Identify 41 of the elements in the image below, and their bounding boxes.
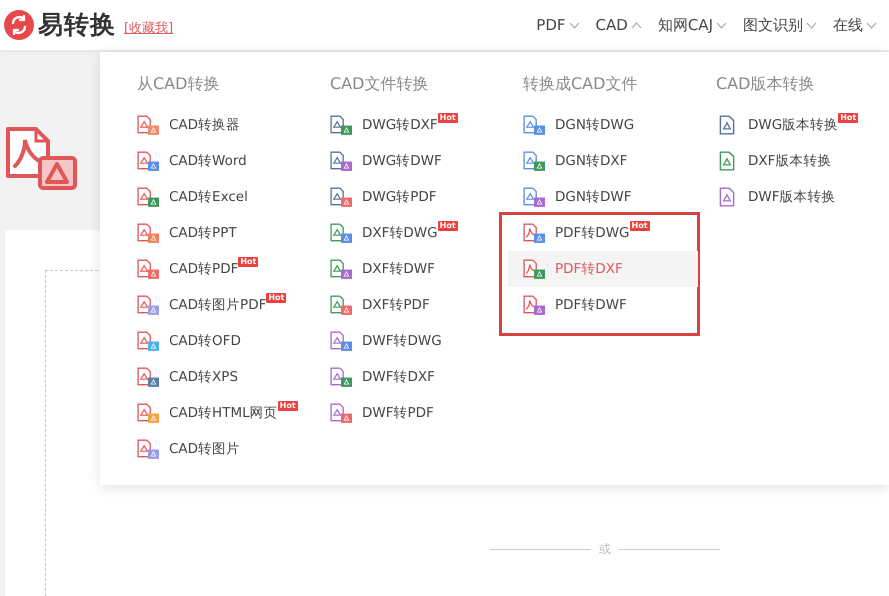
hot-badge: Hot [438, 221, 458, 231]
nav-menu-item[interactable]: PDF [536, 14, 588, 36]
hot-badge: Hot [438, 113, 458, 123]
divider-label: 或 [599, 541, 611, 558]
menu-item[interactable]: CAD转图片 [137, 431, 244, 467]
logo-icon [4, 10, 34, 40]
menu-item[interactable]: DWF版本转换 [716, 179, 840, 215]
menu-item[interactable]: CAD转Word [137, 143, 251, 179]
menu-item[interactable]: DGN转DXF [523, 143, 632, 179]
menu-item[interactable]: DGN转DWF [523, 179, 636, 215]
nav-menu-item[interactable]: CAD [596, 14, 650, 36]
menu-item[interactable]: DWF转PDF [330, 395, 438, 431]
menu-item[interactable]: DGN转DWG [523, 107, 638, 143]
menu-item[interactable]: CAD转OFD [137, 323, 245, 359]
hot-badge: Hot [278, 401, 298, 411]
menu-item[interactable]: CAD转XPS [137, 359, 242, 395]
hot-badge: Hot [838, 113, 858, 123]
hot-badge: Hot [630, 221, 650, 231]
menu-item[interactable]: DXF转PDF [330, 287, 434, 323]
bookmark-link[interactable]: [收藏我] [124, 19, 174, 39]
menu-item[interactable]: DWF转DWG [330, 323, 446, 359]
column-heading: 从CAD转换 [137, 73, 220, 95]
menu-item[interactable]: CAD转Excel [137, 179, 252, 215]
nav-menu-item[interactable]: 图文识别 [743, 14, 825, 36]
nav-menu-item[interactable]: 在线 [833, 14, 885, 36]
nav-menu-item[interactable]: 知网CAJ [658, 14, 735, 36]
hot-badge: Hot [266, 293, 286, 303]
menu-item[interactable]: PDF转DWF [523, 287, 631, 323]
menu-item[interactable]: DWF转DXF [330, 359, 439, 395]
menu-item[interactable]: CAD转换器 [137, 107, 244, 143]
logo-text[interactable]: 易转换 [38, 6, 116, 44]
menu-item[interactable]: DXF版本转换 [716, 143, 836, 179]
column-heading: CAD版本转换 [716, 73, 816, 95]
column-heading: CAD文件转换 [330, 73, 430, 95]
menu-item[interactable]: DWG转DWF [330, 143, 446, 179]
menu-item[interactable]: CAD转PPT [137, 215, 241, 251]
pdf-to-cad-icon [5, 126, 77, 190]
menu-item[interactable]: DWG转PDF [330, 179, 441, 215]
menu-item[interactable]: DXF转DWF [330, 251, 439, 287]
hot-badge: Hot [238, 257, 258, 267]
column-heading: 转换成CAD文件 [523, 73, 638, 95]
